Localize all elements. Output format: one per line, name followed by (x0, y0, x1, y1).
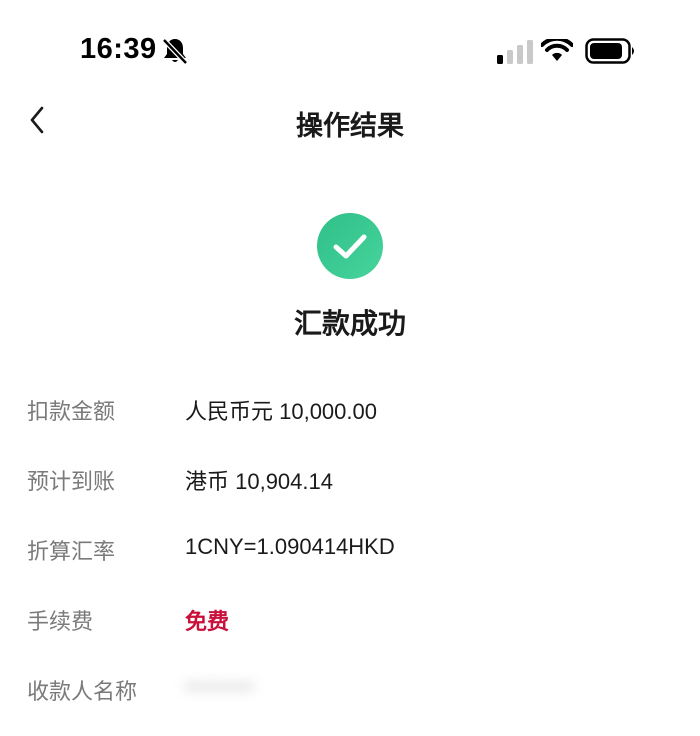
battery-icon (585, 38, 634, 64)
detail-label: 扣款金额 (27, 399, 116, 424)
detail-row-debit-amount: 扣款金额 人民币元 10,000.00 (0, 372, 700, 442)
detail-label: 预计到账 (27, 469, 116, 494)
cellular-signal-icon (497, 40, 533, 64)
detail-row-expected-credit: 预计到账 港币 10,904.14 (0, 442, 700, 512)
status-time: 16:39 (80, 33, 157, 65)
transfer-details: 扣款金额 人民币元 10,000.00 预计到账 港币 10,904.14 折算… (0, 372, 700, 722)
detail-value: 人民币元 10,000.00 (185, 399, 377, 424)
check-circle-icon (317, 213, 383, 279)
page-title: 操作结果 (296, 111, 404, 141)
bell-slash-icon (162, 38, 188, 65)
transfer-result-screen: 16:39 操作结果 汇款成功 扣款金额 人民币元 10,000.00 预计到账… (0, 0, 700, 736)
detail-value: 1CNY=1.090414HKD (185, 534, 395, 559)
detail-label: 折算汇率 (27, 539, 116, 564)
detail-row-exchange-rate: 折算汇率 1CNY=1.090414HKD (0, 512, 700, 582)
detail-label: 收款人名称 (27, 679, 138, 704)
status-bar: 16:39 (0, 0, 700, 100)
fee-value: 免费 (185, 609, 230, 634)
detail-row-fee: 手续费 免费 (0, 582, 700, 652)
detail-row-payee-name: 收款人名称 •••••••• (0, 652, 700, 722)
result-title: 汇款成功 (293, 308, 406, 339)
detail-value: 港币 10,904.14 (185, 469, 333, 494)
wifi-icon (541, 39, 573, 61)
detail-label: 手续费 (27, 609, 94, 634)
nav-bar: 操作结果 (0, 90, 700, 154)
payee-name-redacted: •••••••• (185, 674, 255, 699)
